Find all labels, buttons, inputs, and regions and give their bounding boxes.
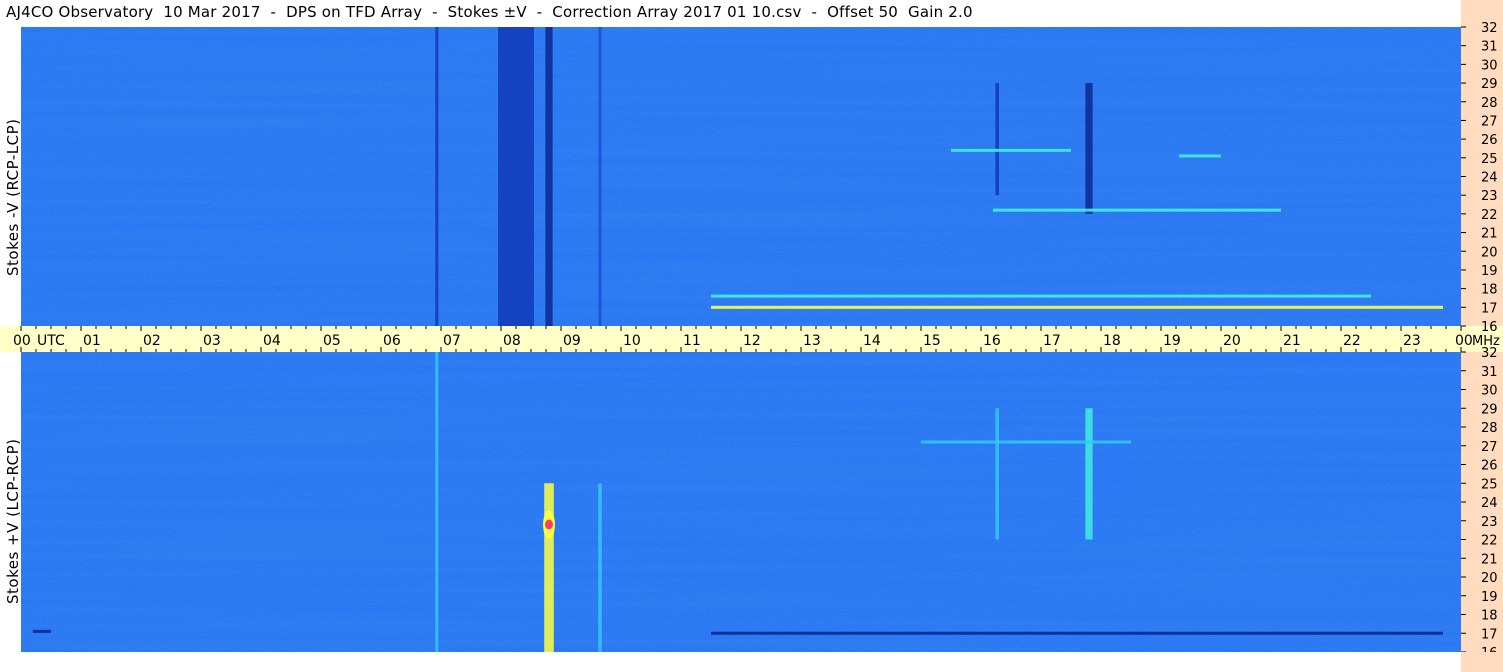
time-tick-label: 12: [743, 333, 761, 349]
time-tick-label: 23: [1403, 333, 1421, 349]
broadband-burst: [995, 408, 999, 540]
time-tick-label: 14: [863, 333, 881, 349]
freq-tick-label: 30: [1481, 384, 1498, 399]
freq-tick-label: 22: [1481, 208, 1498, 223]
time-tick-label: 06: [383, 333, 401, 349]
freq-tick-label: 25: [1481, 477, 1498, 492]
freq-tick-label: 23: [1481, 189, 1498, 204]
freq-tick-label: 20: [1481, 571, 1498, 586]
freq-tick-label: 27: [1481, 114, 1498, 129]
freq-axis-band: [1461, 652, 1503, 672]
time-tick-label: 16: [983, 333, 1001, 349]
time-tick-label: 08: [503, 333, 521, 349]
freq-tick-label: 18: [1481, 609, 1498, 624]
narrowband-signal: [711, 294, 1371, 298]
freq-tick-label: 26: [1481, 133, 1498, 148]
time-tick-label: 22: [1343, 333, 1361, 349]
time-unit-label: UTC: [37, 333, 65, 349]
freq-tick-label: 19: [1481, 590, 1498, 605]
freq-tick-label: 16: [1481, 320, 1498, 335]
freq-tick-label: 22: [1481, 534, 1498, 549]
freq-tick-label: 17: [1481, 627, 1498, 642]
time-tick-label: 18: [1103, 333, 1121, 349]
narrowband-signal: [921, 440, 1131, 444]
freq-tick-label: 23: [1481, 515, 1498, 530]
freq-tick-label: 31: [1481, 40, 1498, 55]
freq-tick-label: 28: [1481, 421, 1498, 436]
broadband-burst: [544, 483, 554, 652]
broadband-burst: [435, 27, 439, 326]
freq-tick-label: 21: [1481, 227, 1498, 242]
narrowband-signal: [1179, 154, 1221, 158]
freq-tick-label: 31: [1481, 365, 1498, 380]
time-tick-label: 19: [1163, 333, 1181, 349]
narrowband-signal: [711, 631, 1443, 635]
spectrogram-figure: 00 01 02 03 04 05 06 07 08 09 10 11 12 13 14 15 16 17 18 19…: [0, 21, 1503, 672]
time-tick-label: 21: [1283, 333, 1301, 349]
stokes-plus-v-panel: [21, 352, 1461, 652]
stokes-minus-v-panel: [21, 27, 1461, 326]
time-tick-label: 13: [803, 333, 821, 349]
broadband-burst: [598, 483, 602, 652]
bottom-panel-ylabel: Stokes +V (LCP-RCP): [4, 438, 22, 605]
broadband-burst: [995, 83, 999, 196]
freq-tick-label: 30: [1481, 58, 1498, 73]
emission-peak: [545, 519, 553, 530]
time-axis: 00 01 02 03 04 05 06 07 08 09 10 11 12 13 14 15 16 17 18 19…: [0, 326, 1503, 352]
freq-tick-label: 29: [1481, 402, 1498, 417]
narrowband-signal: [951, 148, 1071, 152]
time-tick-label: 11: [683, 333, 701, 349]
time-tick-label: 09: [563, 333, 581, 349]
time-tick-label: 17: [1043, 333, 1061, 349]
freq-tick-label: 32: [1481, 21, 1498, 36]
freq-tick-label: 26: [1481, 459, 1498, 474]
freq-tick-label: 32: [1481, 346, 1498, 361]
time-tick-label: 15: [923, 333, 941, 349]
freq-tick-label: 24: [1481, 171, 1498, 186]
broadband-burst: [498, 27, 534, 326]
narrowband-signal: [33, 629, 51, 633]
freq-tick-label: 29: [1481, 77, 1498, 92]
time-tick-label: 03: [203, 333, 221, 349]
narrowband-signal: [711, 305, 1443, 309]
broadband-burst: [435, 352, 439, 652]
freq-tick-label: 21: [1481, 552, 1498, 567]
freq-tick-label: 19: [1481, 264, 1498, 279]
time-tick-label: 10: [623, 333, 641, 349]
broadband-burst: [598, 27, 602, 326]
time-tick-label: 02: [143, 333, 161, 349]
broadband-burst: [1085, 83, 1093, 214]
time-tick-label: 00: [13, 333, 31, 349]
freq-tick-label: 27: [1481, 440, 1498, 455]
top-panel-ylabel: Stokes -V (RCP-LCP): [4, 118, 22, 276]
freq-tick-label: 28: [1481, 96, 1498, 111]
narrowband-signal: [993, 208, 1281, 212]
time-tick-label: 04: [263, 333, 281, 349]
freq-tick-label: 18: [1481, 283, 1498, 298]
time-tick-label: 05: [323, 333, 341, 349]
broadband-burst: [1085, 408, 1093, 540]
time-tick-label: 00: [1455, 333, 1473, 349]
time-tick-label: 20: [1223, 333, 1241, 349]
time-tick-label: 01: [83, 333, 101, 349]
time-tick-label: 07: [443, 333, 461, 349]
broadband-burst: [545, 27, 553, 326]
freq-tick-label: 20: [1481, 245, 1498, 260]
heatmap-noise: [21, 27, 1461, 326]
freq-tick-label: 24: [1481, 496, 1498, 511]
heatmap-noise: [21, 352, 1461, 652]
freq-tick-label: 17: [1481, 301, 1498, 316]
freq-tick-label: 25: [1481, 152, 1498, 167]
